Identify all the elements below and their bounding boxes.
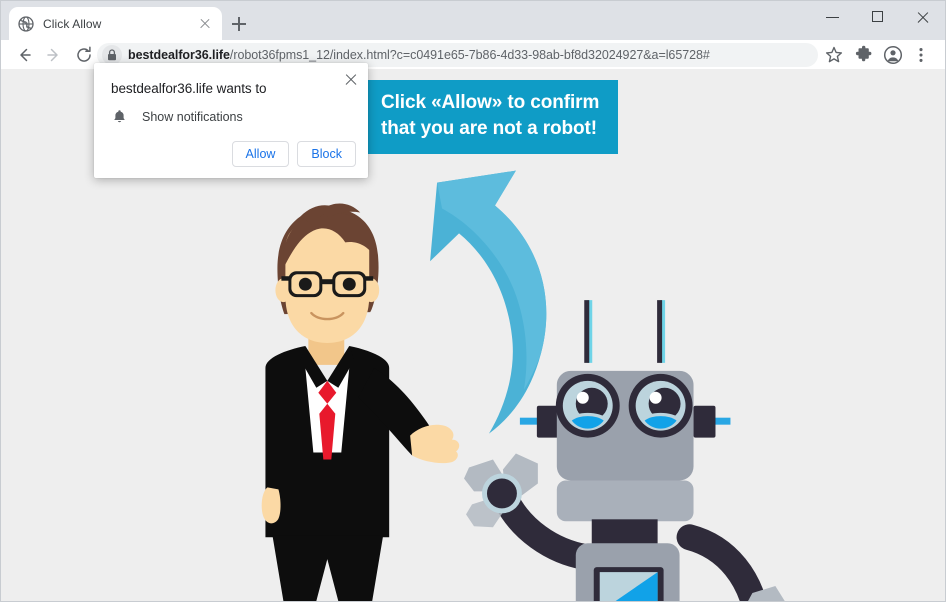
new-tab-button[interactable]: [226, 11, 252, 37]
close-window-icon[interactable]: [900, 1, 945, 33]
browser-window: Click Allow bestdealfor36.life/robot36fp…: [0, 0, 946, 602]
three-dot-menu-icon[interactable]: [909, 43, 933, 67]
bell-icon: [111, 108, 128, 125]
minimize-icon[interactable]: [810, 1, 855, 33]
scam-banner: Click «Allow» to confirm that you are no…: [367, 80, 618, 154]
url-host: bestdealfor36.life: [128, 48, 230, 62]
permission-row: Show notifications: [111, 108, 243, 125]
banner-line-2: that you are not a robot!: [381, 118, 598, 139]
window-controls: [810, 1, 945, 33]
permission-label: Show notifications: [142, 109, 243, 124]
forward-icon[interactable]: [41, 42, 67, 68]
url-path: /robot36fpms1_12/index.html?c=c0491e65-7…: [229, 48, 710, 62]
robot-left-eye: [555, 373, 620, 438]
notification-permission-dialog: bestdealfor36.life wants to Show notific…: [94, 63, 368, 178]
allow-button[interactable]: Allow: [231, 141, 290, 167]
banner-line-1: Click «Allow» to confirm: [381, 92, 600, 113]
bookmark-star-icon[interactable]: [822, 43, 846, 67]
block-button[interactable]: Block: [297, 141, 356, 167]
permission-actions: Allow Block: [231, 141, 356, 167]
back-icon[interactable]: [11, 42, 37, 68]
close-tab-icon[interactable]: [197, 16, 213, 32]
tab-title: Click Allow: [43, 16, 102, 31]
extensions-puzzle-icon[interactable]: [852, 43, 876, 67]
globe-icon: [18, 15, 34, 32]
businessman-character: [261, 203, 460, 601]
url-text: bestdealfor36.life/robot36fpms1_12/index…: [128, 48, 710, 62]
maximize-icon[interactable]: [855, 1, 900, 33]
robot-right-eye: [628, 373, 693, 438]
browser-tab[interactable]: Click Allow: [9, 7, 222, 40]
curved-up-left-arrow: [430, 170, 547, 434]
permission-dialog-title: bestdealfor36.life wants to: [111, 81, 267, 96]
close-icon[interactable]: [342, 71, 360, 89]
tab-strip: Click Allow: [1, 1, 945, 40]
profile-avatar-icon[interactable]: [881, 43, 905, 67]
lock-icon[interactable]: [102, 45, 122, 65]
